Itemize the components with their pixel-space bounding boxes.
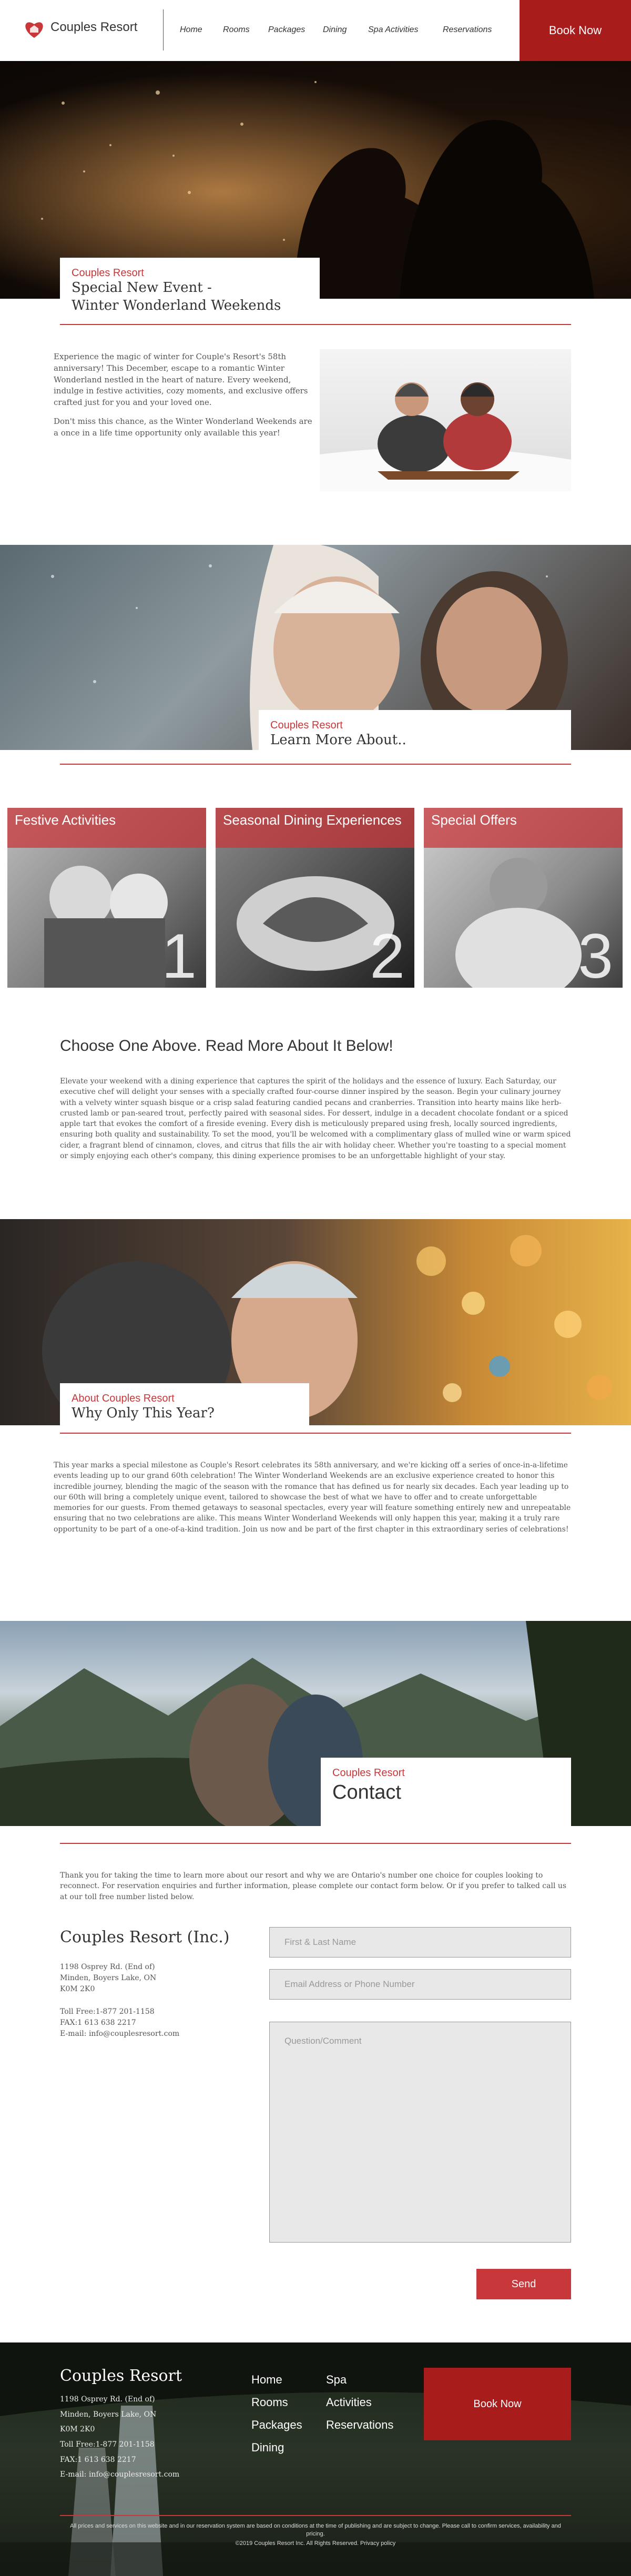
- footer-line: 1198 Osprey Rd. (End of): [60, 2395, 155, 2403]
- event-para-2: Don't miss this chance, as the Winter Wo…: [54, 416, 312, 438]
- footer-line: FAX:1 613 638 2217: [60, 2455, 136, 2464]
- contact-intro: Thank you for taking the time to learn m…: [60, 1871, 567, 1901]
- nav-home[interactable]: Home: [180, 25, 202, 35]
- footer-link-packages[interactable]: Packages: [251, 2414, 302, 2437]
- event-title-line1: Special New Event -: [72, 280, 212, 296]
- category-label: Seasonal Dining Experiences: [216, 808, 414, 848]
- event-kicker: Couples Resort: [72, 267, 144, 279]
- toll-free-phone: Toll Free:1-877 201-1158: [60, 2007, 155, 2016]
- address-line: K0M 2K0: [60, 1985, 95, 1993]
- contact-title: Contact: [332, 1781, 401, 1803]
- learn-divider: [60, 764, 571, 765]
- company-address: 1198 Osprey Rd. (End of) Minden, Boyers …: [60, 1962, 239, 2040]
- footer-link-spa[interactable]: Spa: [326, 2369, 393, 2391]
- footer-disclaimer: All prices and services on this website …: [70, 2523, 561, 2538]
- footer-brand: Couples Resort: [60, 2367, 182, 2385]
- nav-reservations[interactable]: Reservations: [443, 25, 492, 35]
- footer-copyright: ©2019 Couples Resort Inc. All Rights Res…: [235, 2540, 396, 2547]
- category-tile-seasonal-dining[interactable]: Seasonal Dining Experiences 2: [216, 808, 414, 988]
- comment-field[interactable]: Question/Comment: [269, 2022, 571, 2243]
- contact-caption-card: Couples Resort Contact: [321, 1758, 571, 1826]
- nav-dining[interactable]: Dining: [323, 25, 347, 35]
- event-caption-card: Couples Resort Special New Event - Winte…: [60, 258, 320, 317]
- about-caption-card: About Couples Resort Why Only This Year?: [60, 1383, 309, 1428]
- about-title: Why Only This Year?: [72, 1405, 215, 1421]
- nav-spa-activities[interactable]: Spa Activities: [368, 25, 418, 35]
- event-description: Experience the magic of winter for Coupl…: [54, 351, 317, 439]
- header-divider: [163, 9, 164, 50]
- address-line: Minden, Boyers Lake, ON: [60, 1974, 157, 1982]
- site-header: Couples Resort Home Rooms Packages Dinin…: [0, 0, 631, 61]
- about-description: This year marks a special milestone as C…: [54, 1461, 571, 1534]
- brand-name[interactable]: Couples Resort: [50, 20, 137, 35]
- category-label: Special Offers: [424, 808, 623, 848]
- contact-kicker: Couples Resort: [332, 1767, 405, 1779]
- event-para-1: Experience the magic of winter for Coupl…: [54, 352, 308, 407]
- footer-link-home[interactable]: Home: [251, 2369, 302, 2391]
- category-number: 2: [370, 921, 405, 988]
- footer-divider: [60, 2515, 571, 2516]
- learn-kicker: Couples Resort: [270, 719, 343, 731]
- category-number: 3: [578, 921, 613, 988]
- category-tile-festive-activities[interactable]: Festive Activities 1: [7, 808, 206, 988]
- send-button[interactable]: Send: [476, 2269, 571, 2299]
- footer-link-reservations[interactable]: Reservations: [326, 2414, 393, 2437]
- book-now-button[interactable]: Book Now: [520, 0, 631, 61]
- choose-heading: Choose One Above. Read More About It Bel…: [60, 1037, 393, 1054]
- nav-packages[interactable]: Packages: [268, 25, 305, 35]
- about-divider: [60, 1433, 571, 1434]
- nav-rooms[interactable]: Rooms: [223, 25, 250, 35]
- category-tile-special-offers[interactable]: Special Offers 3: [424, 808, 623, 988]
- event-title-line2: Winter Wonderland Weekends: [72, 297, 281, 313]
- learn-caption-card: Couples Resort Learn More About..: [259, 710, 571, 755]
- footer-line[interactable]: E-mail: info@couplesresort.com: [60, 2467, 207, 2482]
- company-name: Couples Resort (Inc.): [60, 1928, 230, 1946]
- contact-divider: [60, 1843, 571, 1844]
- contact-email[interactable]: E-mail: info@couplesresort.com: [60, 2029, 239, 2040]
- email-phone-field[interactable]: Email Address or Phone Number: [269, 1969, 571, 2000]
- fax-number: FAX:1 613 638 2217: [60, 2019, 136, 2027]
- event-divider: [60, 324, 571, 325]
- category-label: Festive Activities: [7, 808, 206, 848]
- footer-links-col1: Home Rooms Packages Dining: [251, 2369, 302, 2459]
- footer-links-col2: Spa Activities Reservations: [326, 2369, 393, 2437]
- address-line: 1198 Osprey Rd. (End of): [60, 1963, 155, 1971]
- name-field[interactable]: First & Last Name: [269, 1927, 571, 1958]
- footer-book-now-button[interactable]: Book Now: [424, 2368, 571, 2440]
- choose-description: Elevate your weekend with a dining exper…: [60, 1077, 571, 1161]
- footer-line: K0M 2K0: [60, 2425, 95, 2434]
- footer-link-dining[interactable]: Dining: [251, 2437, 302, 2459]
- about-kicker: About Couples Resort: [72, 1393, 175, 1404]
- footer-link-activities[interactable]: Activities: [326, 2391, 393, 2414]
- sledding-couple-photo: [320, 349, 571, 491]
- footer-link-rooms[interactable]: Rooms: [251, 2391, 302, 2414]
- heart-logo-icon[interactable]: [23, 20, 45, 39]
- learn-title: Learn More About..: [270, 732, 406, 748]
- footer-contact-lines: 1198 Osprey Rd. (End of) Minden, Boyers …: [60, 2392, 207, 2482]
- footer-line: Minden, Boyers Lake, ON: [60, 2410, 157, 2419]
- category-number: 1: [161, 921, 197, 988]
- footer-line: Toll Free:1-877 201-1158: [60, 2440, 155, 2449]
